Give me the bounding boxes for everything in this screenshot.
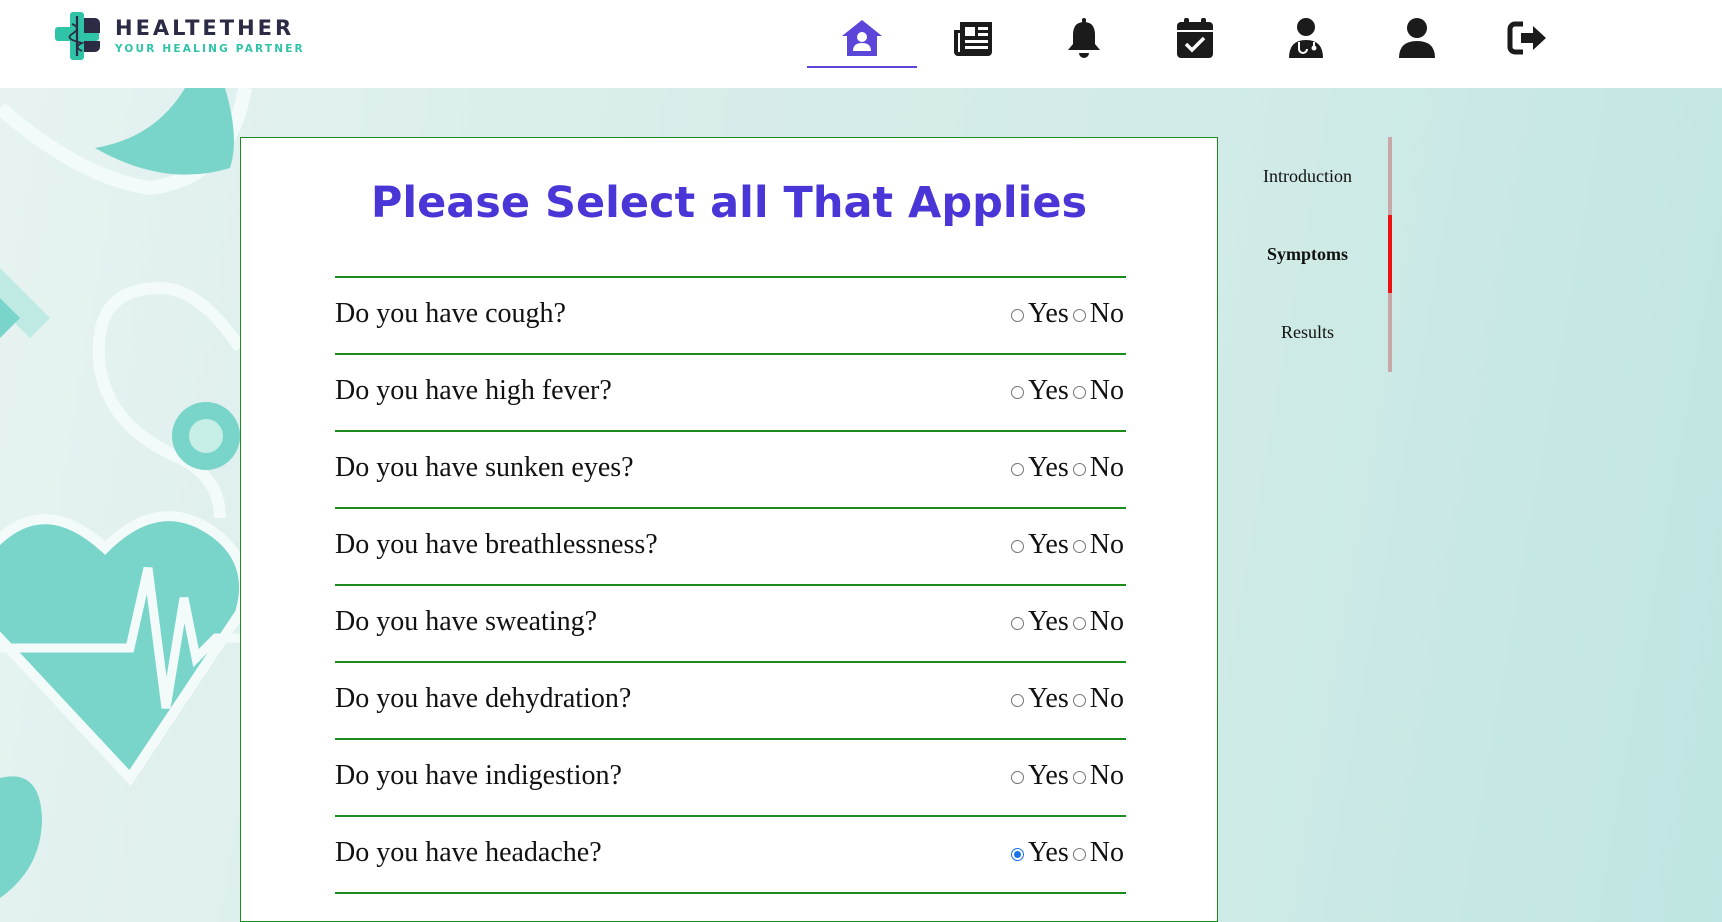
newspaper-icon <box>954 22 992 56</box>
no-radio[interactable] <box>1072 770 1086 784</box>
yes-radio[interactable] <box>1011 539 1025 553</box>
medical-background-illustration <box>0 88 260 898</box>
yes-radio[interactable] <box>1011 385 1025 399</box>
answer-options: Yes No <box>1009 529 1126 561</box>
no-label: No <box>1089 760 1124 791</box>
yes-radio[interactable] <box>1011 770 1025 784</box>
brand-name: HEALTETHER <box>115 16 295 40</box>
yes-label: Yes <box>1028 298 1069 329</box>
yes-radio[interactable] <box>1011 616 1025 630</box>
symptoms-card: Please Select all That Applies Do you ha… <box>240 137 1218 922</box>
nav-notifications[interactable] <box>1029 10 1139 66</box>
answer-options: Yes No <box>1009 683 1126 715</box>
yes-label: Yes <box>1028 837 1069 868</box>
calendar-check-icon <box>1177 18 1213 58</box>
yes-radio[interactable] <box>1011 308 1025 322</box>
answer-options: Yes No <box>1009 452 1126 484</box>
no-radio[interactable] <box>1072 616 1086 630</box>
progress-steps: Introduction Symptoms Results <box>1240 137 1395 373</box>
step-introduction[interactable]: Introduction <box>1240 137 1375 215</box>
answer-options: Yes No <box>1009 606 1126 638</box>
question-row: Do you have sunken eyes? Yes No <box>335 432 1126 509</box>
no-label: No <box>1089 606 1124 637</box>
no-label: No <box>1089 529 1124 560</box>
no-label: No <box>1089 837 1124 868</box>
doctor-icon <box>1289 18 1323 58</box>
question-text: Do you have high fever? <box>335 375 612 406</box>
no-radio[interactable] <box>1072 539 1086 553</box>
no-label: No <box>1089 375 1124 406</box>
no-radio[interactable] <box>1072 847 1086 861</box>
yes-label: Yes <box>1028 683 1069 714</box>
question-row: Do you have headache? Yes No <box>335 817 1126 894</box>
page-title: Please Select all That Applies <box>370 178 1088 228</box>
step-indicator <box>1388 137 1392 216</box>
yes-radio[interactable] <box>1011 693 1025 707</box>
question-text: Do you have indigestion? <box>335 760 622 791</box>
yes-label: Yes <box>1028 452 1069 483</box>
question-text: Do you have sweating? <box>335 606 598 637</box>
top-header: HEALTETHER YOUR HEALING PARTNER <box>0 0 1722 88</box>
nav-profile[interactable] <box>1362 10 1472 66</box>
no-radio[interactable] <box>1072 308 1086 322</box>
bell-icon <box>1068 18 1100 58</box>
logout-icon <box>1507 21 1546 55</box>
step-indicator-active <box>1388 215 1392 294</box>
question-text: Do you have dehydration? <box>335 683 632 714</box>
question-row: Do you have dehydration? Yes No <box>335 663 1126 740</box>
user-icon <box>1399 18 1435 58</box>
answer-options: Yes No <box>1009 375 1126 407</box>
question-text: Do you have cough? <box>335 298 566 329</box>
yes-label: Yes <box>1028 606 1069 637</box>
yes-label: Yes <box>1028 375 1069 406</box>
medical-cross-logo-icon <box>55 12 100 60</box>
question-row: Do you have high fever? Yes No <box>335 355 1126 432</box>
answer-options: Yes No <box>1009 298 1126 330</box>
step-indicator <box>1388 293 1392 372</box>
step-symptoms[interactable]: Symptoms <box>1240 215 1375 293</box>
no-radio[interactable] <box>1072 462 1086 476</box>
question-text: Do you have breathlessness? <box>335 529 658 560</box>
nav-logout[interactable] <box>1473 10 1583 66</box>
question-row: Do you have cough? Yes No <box>335 278 1126 355</box>
question-text: Do you have headache? <box>335 837 602 868</box>
no-radio[interactable] <box>1072 693 1086 707</box>
nav-appointments[interactable] <box>1140 10 1250 66</box>
question-text: Do you have sunken eyes? <box>335 452 634 483</box>
symptom-question-list: Do you have cough? Yes No Do you have hi… <box>335 276 1126 894</box>
brand-tagline: YOUR HEALING PARTNER <box>115 43 305 55</box>
question-row: Do you have sweating? Yes No <box>335 586 1126 663</box>
question-row: Do you have breathlessness? Yes No <box>335 509 1126 586</box>
question-row: Do you have indigestion? Yes No <box>335 740 1126 817</box>
home-icon <box>842 20 882 56</box>
no-radio[interactable] <box>1072 385 1086 399</box>
step-results[interactable]: Results <box>1240 293 1375 371</box>
yes-label: Yes <box>1028 529 1069 560</box>
nav-news[interactable] <box>918 10 1028 66</box>
nav-doctors[interactable] <box>1251 10 1361 66</box>
yes-label: Yes <box>1028 760 1069 791</box>
yes-radio[interactable] <box>1011 462 1025 476</box>
yes-radio[interactable] <box>1011 847 1025 861</box>
nav-home[interactable] <box>807 10 917 68</box>
no-label: No <box>1089 298 1124 329</box>
no-label: No <box>1089 683 1124 714</box>
brand-logo[interactable]: HEALTETHER YOUR HEALING PARTNER <box>55 12 315 60</box>
no-label: No <box>1089 452 1124 483</box>
answer-options: Yes No <box>1009 837 1126 869</box>
answer-options: Yes No <box>1009 760 1126 792</box>
